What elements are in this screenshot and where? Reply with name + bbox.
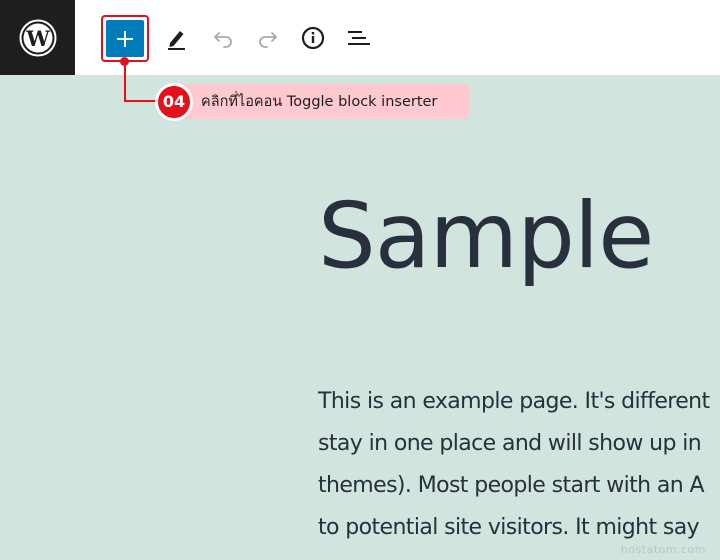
callout-text: คลิกที่ไอคอน Toggle block inserter bbox=[201, 94, 438, 110]
page-title[interactable]: Sample bbox=[318, 172, 654, 302]
body-line: themes). Most people start with an A bbox=[318, 473, 705, 498]
body-line: This is an example page. It's different bbox=[318, 389, 710, 414]
callout-pointer-dot bbox=[120, 57, 129, 66]
info-icon bbox=[301, 26, 325, 50]
body-line: stay in one place and will show up in bbox=[318, 431, 702, 456]
details-button[interactable] bbox=[299, 24, 327, 52]
inserter-highlight bbox=[101, 15, 149, 62]
wordpress-icon: W bbox=[19, 19, 56, 56]
page-body-paragraph[interactable]: This is an example page. It's different … bbox=[318, 381, 710, 549]
plus-icon bbox=[117, 30, 133, 47]
redo-button[interactable] bbox=[254, 24, 282, 52]
svg-text:W: W bbox=[25, 26, 50, 51]
undo-icon bbox=[214, 32, 232, 48]
undo-button[interactable] bbox=[209, 24, 237, 52]
tools-button[interactable] bbox=[163, 24, 191, 52]
editor-header: W bbox=[0, 0, 720, 75]
list-view-icon bbox=[348, 31, 370, 45]
toggle-block-inserter-button[interactable] bbox=[106, 20, 144, 57]
redo-icon bbox=[259, 32, 277, 48]
wordpress-logo[interactable]: W bbox=[0, 0, 75, 75]
list-view-button[interactable] bbox=[344, 24, 372, 52]
step-badge: 04 bbox=[155, 83, 193, 121]
watermark: hostatom.com bbox=[620, 543, 706, 556]
callout-connector-vertical bbox=[124, 62, 126, 102]
pen-icon bbox=[168, 31, 185, 50]
